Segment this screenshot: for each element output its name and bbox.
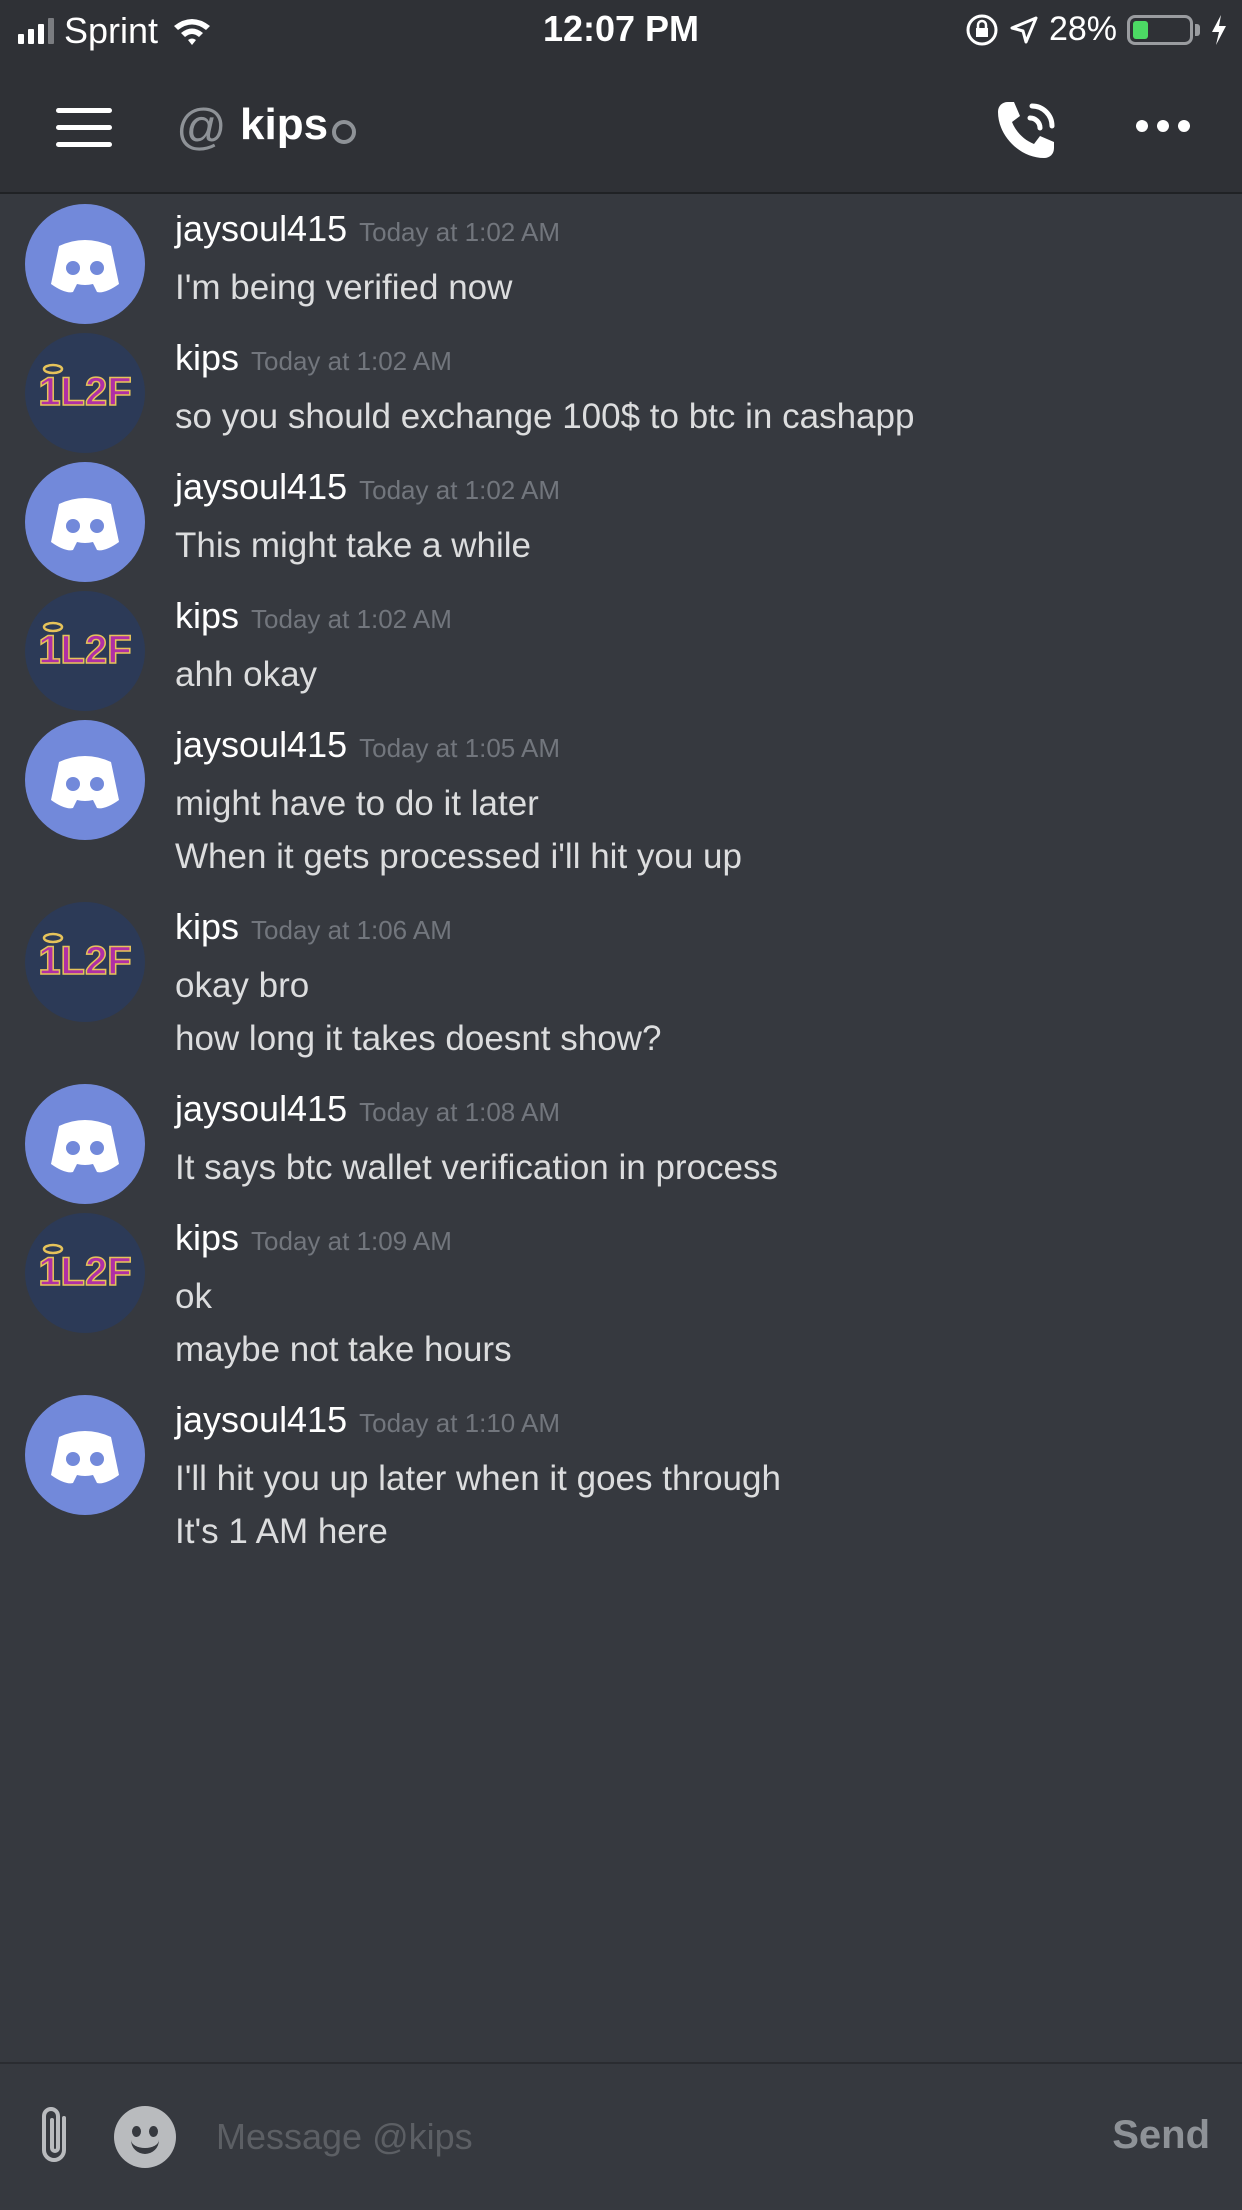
message-timestamp: Today at 1:02 AM: [251, 604, 452, 634]
emoji-icon[interactable]: [114, 2106, 176, 2168]
author-name[interactable]: kips: [175, 906, 239, 947]
channel-header: @ kips: [0, 62, 1242, 194]
menu-icon[interactable]: [56, 108, 112, 148]
svg-text:1L2F: 1L2F: [38, 1250, 131, 1294]
message-input[interactable]: [214, 2106, 1018, 2168]
battery-percent: 28%: [1048, 10, 1117, 48]
message-text[interactable]: It says btc wallet verification in proce…: [175, 1148, 778, 1188]
author-name[interactable]: jaysoul415: [175, 466, 347, 507]
svg-text:1L2F: 1L2F: [38, 939, 131, 983]
discord-logo-avatar-icon[interactable]: [25, 204, 145, 324]
message-text[interactable]: I'll hit you up later when it goes throu…: [175, 1459, 781, 1499]
message-timestamp: Today at 1:05 AM: [359, 733, 561, 763]
message-text[interactable]: okay bro: [175, 966, 309, 1006]
message-author[interactable]: jaysoul415 Today at 1:02 AM: [175, 208, 560, 250]
svg-text:1L2F: 1L2F: [38, 628, 131, 672]
message-author[interactable]: kips Today at 1:06 AM: [175, 906, 452, 948]
at-icon: @: [176, 99, 227, 155]
message-timestamp: Today at 1:08 AM: [359, 1097, 561, 1127]
paperclip-icon[interactable]: [34, 2104, 78, 2168]
offline-status-icon: [332, 120, 356, 144]
location-arrow-icon: [1010, 16, 1038, 43]
message-author[interactable]: jaysoul415 Today at 1:05 AM: [175, 724, 560, 766]
message-timestamp: Today at 1:02 AM: [359, 475, 561, 505]
l2f-logo-avatar-icon[interactable]: 1L2F: [25, 1213, 145, 1333]
author-name[interactable]: jaysoul415: [175, 724, 347, 765]
message-author[interactable]: kips Today at 1:02 AM: [175, 595, 452, 637]
message-timestamp: Today at 1:10 AM: [359, 1408, 561, 1438]
author-name[interactable]: kips: [175, 595, 239, 636]
message-timestamp: Today at 1:09 AM: [251, 1226, 452, 1256]
message-author[interactable]: jaysoul415 Today at 1:02 AM: [175, 466, 560, 508]
charging-bolt-icon: [1212, 14, 1226, 45]
message-text[interactable]: When it gets processed i'll hit you up: [175, 837, 742, 877]
message-text[interactable]: might have to do it later: [175, 784, 539, 824]
message-list[interactable]: jaysoul415 Today at 1:02 AM I'm being veri…: [0, 194, 1242, 2062]
phone-call-icon[interactable]: [994, 96, 1060, 162]
battery-tip: [1195, 23, 1200, 36]
message-author[interactable]: kips Today at 1:09 AM: [175, 1217, 452, 1259]
message-timestamp: Today at 1:06 AM: [251, 915, 452, 945]
message-text[interactable]: This might take a while: [175, 526, 531, 566]
l2f-logo-avatar-icon[interactable]: 1L2F: [25, 333, 145, 453]
author-name[interactable]: jaysoul415: [175, 1399, 347, 1440]
message-author[interactable]: jaysoul415 Today at 1:10 AM: [175, 1399, 560, 1441]
discord-logo-avatar-icon[interactable]: [25, 720, 145, 840]
l2f-logo-avatar-icon[interactable]: 1L2F: [25, 902, 145, 1022]
message-text[interactable]: maybe not take hours: [175, 1330, 512, 1370]
send-button[interactable]: Send: [1106, 2112, 1216, 2159]
message-timestamp: Today at 1:02 AM: [359, 217, 561, 247]
author-name[interactable]: jaysoul415: [175, 1088, 347, 1129]
svg-text:1L2F: 1L2F: [38, 370, 131, 414]
discord-logo-avatar-icon[interactable]: [25, 462, 145, 582]
channel-name: kips: [240, 100, 329, 149]
message-author[interactable]: jaysoul415 Today at 1:08 AM: [175, 1088, 560, 1130]
author-name[interactable]: kips: [175, 337, 239, 378]
message-timestamp: Today at 1:02 AM: [251, 346, 452, 376]
message-text[interactable]: how long it takes doesnt show?: [175, 1019, 661, 1059]
discord-logo-avatar-icon[interactable]: [25, 1084, 145, 1204]
message-composer: Send: [0, 2062, 1242, 2210]
message-text[interactable]: I'm being verified now: [175, 268, 512, 308]
author-name[interactable]: kips: [175, 1217, 239, 1258]
message-author[interactable]: kips Today at 1:02 AM: [175, 337, 452, 379]
author-name[interactable]: jaysoul415: [175, 208, 347, 249]
l2f-logo-avatar-icon[interactable]: 1L2F: [25, 591, 145, 711]
discord-logo-avatar-icon[interactable]: [25, 1395, 145, 1515]
message-text[interactable]: ok: [175, 1277, 212, 1317]
battery-icon: [1127, 14, 1193, 45]
orientation-lock-icon: [966, 14, 998, 45]
message-text[interactable]: It's 1 AM here: [175, 1512, 388, 1552]
more-options-icon[interactable]: [1136, 120, 1190, 132]
message-text[interactable]: so you should exchange 100$ to btc in ca…: [175, 397, 914, 437]
status-bar: Sprint 12:07 PM 28%: [0, 0, 1242, 62]
message-text[interactable]: ahh okay: [175, 655, 317, 695]
